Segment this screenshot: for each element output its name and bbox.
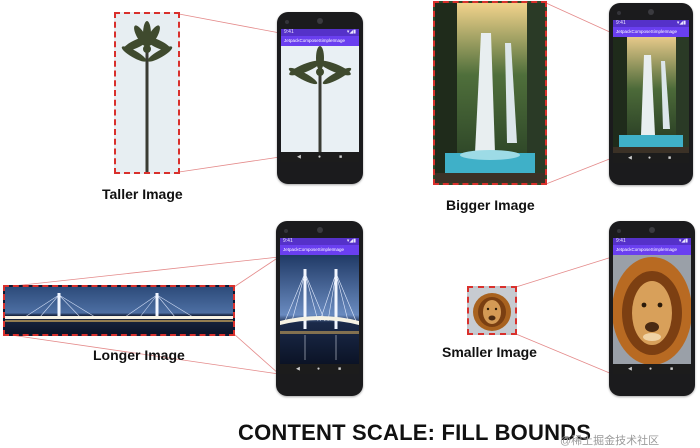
app-bar: JetpackComposeSimpleImage (280, 245, 359, 255)
app-bar: JetpackComposeSimpleImage (613, 245, 691, 255)
navigation-bar: ◀ ● ■ (281, 152, 359, 162)
app-title: JetpackComposeSimpleImage (616, 247, 678, 252)
screen-content (613, 37, 689, 153)
status-icons: ▾◢▮ (346, 29, 356, 35)
recent-apps-icon[interactable]: ■ (339, 154, 342, 160)
home-icon[interactable]: ● (318, 154, 321, 160)
phone-screen: 9:41 ▾◢▮ JetpackComposeSimpleImage ◀ ● ■ (613, 20, 689, 163)
recent-apps-icon[interactable]: ■ (338, 366, 341, 372)
taller-label: Taller Image (102, 186, 183, 202)
back-icon[interactable]: ◀ (628, 366, 632, 372)
longer-source-image (3, 285, 235, 336)
longer-label: Longer Image (93, 347, 185, 363)
phone-bigger: 9:41 ▾◢▮ JetpackComposeSimpleImage ◀ ● ■ (609, 3, 693, 185)
home-icon[interactable]: ● (649, 366, 652, 372)
status-icons: ▾◢▮ (678, 238, 688, 244)
status-bar: 9:41 ▾◢▮ (280, 238, 359, 245)
recent-apps-icon[interactable]: ■ (670, 366, 673, 372)
palm-tree-picture (116, 14, 178, 172)
bigger-label: Bigger Image (446, 197, 535, 213)
phone-camera (317, 18, 323, 24)
lion-picture (469, 288, 515, 333)
status-bar: 9:41 ▾◢▮ (281, 29, 359, 36)
back-icon[interactable]: ◀ (296, 366, 300, 372)
recent-apps-icon[interactable]: ■ (668, 155, 671, 161)
connector-longer-top (3, 256, 280, 288)
phone-speaker (285, 20, 289, 24)
navigation-bar: ◀ ● ■ (613, 364, 691, 374)
palm-tree-picture (281, 46, 359, 152)
taller-source-image (114, 12, 180, 174)
status-icons: ▾◢▮ (346, 238, 356, 244)
status-time: 9:41 (284, 29, 294, 35)
phone-longer: 9:41 ▾◢▮ JetpackComposeSimpleImage ◀ ● ■ (276, 221, 363, 396)
navigation-bar: ◀ ● ■ (613, 153, 689, 163)
phone-camera (316, 227, 323, 233)
phone-speaker (617, 229, 621, 233)
app-bar: JetpackComposeSimpleImage (281, 36, 359, 46)
bridge-picture (280, 255, 359, 364)
bridge-picture (5, 287, 233, 334)
app-bar: JetpackComposeSimpleImage (613, 27, 689, 37)
connector-smaller-top (515, 256, 613, 288)
home-icon[interactable]: ● (648, 155, 651, 161)
phone-smaller: 9:41 ▾◢▮ JetpackComposeSimpleImage ◀ ● ■ (609, 221, 695, 396)
app-title: JetpackComposeSimpleImage (616, 29, 678, 34)
watermark: @稀土掘金技术社区 (560, 435, 660, 447)
screen-content (281, 46, 359, 152)
waterfall-picture (435, 3, 545, 183)
phone-screen: 9:41 ▾◢▮ JetpackComposeSimpleImage ◀ ● ■ (281, 29, 359, 162)
smaller-label: Smaller Image (442, 344, 537, 360)
phone-camera (649, 227, 655, 233)
app-title: JetpackComposeSimpleImage (284, 38, 346, 43)
status-bar: 9:41 ▾◢▮ (613, 20, 689, 27)
back-icon[interactable]: ◀ (628, 155, 632, 161)
navigation-bar: ◀ ● ■ (280, 364, 359, 374)
back-icon[interactable]: ◀ (297, 154, 301, 160)
status-time: 9:41 (616, 20, 626, 26)
connector-taller-bottom (178, 156, 281, 173)
phone-taller: 9:41 ▾◢▮ JetpackComposeSimpleImage ◀ ● ■ (277, 12, 363, 184)
smaller-source-image (467, 286, 517, 335)
phone-camera (648, 9, 654, 15)
waterfall-picture (613, 37, 689, 153)
phone-screen: 9:41 ▾◢▮ JetpackComposeSimpleImage ◀ ● ■ (280, 238, 359, 374)
status-time: 9:41 (283, 238, 293, 244)
connector-bigger-top (545, 2, 613, 34)
home-icon[interactable]: ● (317, 366, 320, 372)
app-title: JetpackComposeSimpleImage (283, 247, 345, 252)
screen-content (280, 255, 359, 364)
connector-bigger-bottom (545, 157, 613, 185)
phone-speaker (617, 11, 621, 15)
phone-speaker (284, 229, 288, 233)
status-time: 9:41 (616, 238, 626, 244)
bigger-source-image (433, 1, 547, 185)
connector-longer-bottom-right (233, 333, 280, 375)
connector-taller-top (178, 13, 281, 34)
status-icons: ▾◢▮ (676, 20, 686, 26)
status-bar: 9:41 ▾◢▮ (613, 238, 691, 245)
phone-screen: 9:41 ▾◢▮ JetpackComposeSimpleImage ◀ ● ■ (613, 238, 691, 374)
page-title: CONTENT SCALE: FILL BOUNDS (238, 420, 592, 445)
lion-picture (613, 255, 691, 364)
screen-content (613, 255, 691, 364)
